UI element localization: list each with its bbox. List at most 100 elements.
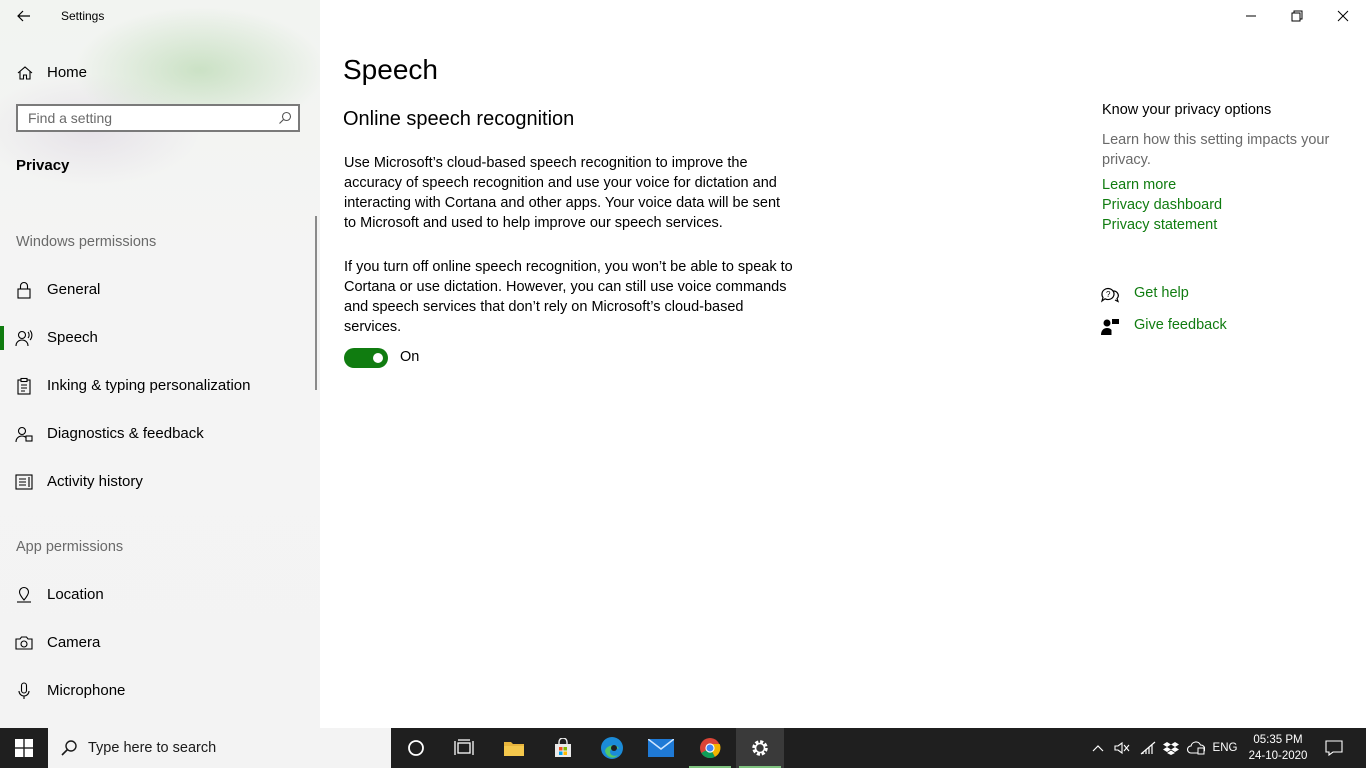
selection-indicator (0, 326, 4, 350)
search-icon (61, 740, 77, 756)
start-button[interactable] (0, 728, 48, 768)
gear-icon (752, 740, 768, 756)
privacy-options-heading: Know your privacy options (1102, 102, 1272, 118)
page-title: Speech (343, 54, 438, 85)
edge-icon (601, 737, 623, 759)
location-icon (17, 586, 31, 603)
folder-icon (504, 742, 524, 756)
app-permissions-header: App permissions (16, 539, 124, 555)
wifi-icon (1140, 741, 1156, 755)
task-view-button[interactable] (440, 728, 488, 768)
privacy-dashboard-link[interactable]: Privacy dashboard (1102, 197, 1222, 213)
get-help-label: Get help (1134, 285, 1189, 301)
sidebar-item-location[interactable]: Location (0, 575, 316, 615)
task-view-icon (454, 739, 474, 755)
camera-icon (15, 636, 33, 650)
sidebar-item-label: Inking & typing personalization (47, 377, 251, 394)
dropbox-button[interactable] (1160, 728, 1182, 768)
section-title: Online speech recognition (343, 108, 575, 130)
privacy-options-description: Learn how this setting impacts your priv… (1102, 132, 1330, 168)
sidebar-item-speech[interactable]: Speech (0, 318, 316, 358)
dropbox-icon (1163, 742, 1179, 755)
windows-permissions-header: Windows permissions (16, 234, 157, 250)
close-icon (1337, 10, 1349, 22)
chevron-up-icon (1092, 745, 1104, 752)
category-title: Privacy (16, 157, 70, 174)
taskbar-search-box[interactable]: Type here to search (48, 728, 391, 768)
give-feedback-label: Give feedback (1134, 317, 1227, 333)
clipboard-icon (17, 377, 31, 395)
online-speech-toggle[interactable] (344, 348, 388, 368)
find-setting-input[interactable] (18, 106, 268, 130)
description-paragraph: Use Microsoft’s cloud-based speech recog… (344, 155, 781, 231)
sidebar-item-label: Diagnostics & feedback (47, 425, 204, 442)
volume-muted-icon (1114, 741, 1130, 755)
close-button[interactable] (1320, 0, 1366, 32)
lock-icon (17, 281, 31, 299)
sidebar-item-label: Camera (47, 634, 101, 651)
sidebar-item-home[interactable]: Home (0, 56, 320, 90)
minimize-button[interactable] (1228, 0, 1274, 32)
chrome-button[interactable] (686, 728, 734, 768)
give-feedback-icon (1101, 319, 1119, 335)
settings-taskbar-button[interactable] (736, 728, 784, 768)
microphone-icon (18, 682, 30, 699)
sidebar-item-activity-history[interactable]: Activity history (0, 462, 316, 502)
restore-button[interactable] (1274, 0, 1320, 32)
clock-time: 05:35 PM (1253, 734, 1303, 746)
privacy-statement-link[interactable]: Privacy statement (1102, 217, 1217, 233)
sidebar-item-label: General (47, 281, 101, 298)
get-help-link[interactable]: ? Get help (1100, 283, 1300, 307)
back-arrow-icon (17, 10, 30, 22)
sidebar-item-label: Home (47, 64, 88, 81)
sidebar-item-label: Microphone (47, 682, 126, 699)
sidebar-item-microphone[interactable]: Microphone (0, 671, 316, 711)
toggle-state-label: On (400, 349, 420, 365)
search-icon[interactable] (278, 111, 292, 125)
restore-icon (1291, 10, 1303, 22)
store-icon (555, 738, 571, 757)
sidebar-item-inking-typing[interactable]: Inking & typing personalization (0, 366, 316, 406)
sidebar-item-general[interactable]: General (0, 270, 316, 310)
network-button[interactable] (1136, 728, 1160, 768)
sidebar-item-diagnostics[interactable]: Diagnostics & feedback (0, 414, 316, 454)
taskbar: Type here to search ENG 05:35 PM 24-10-2… (0, 728, 1366, 768)
clock-date: 24-10-2020 (1248, 750, 1308, 762)
app-title: Settings (61, 9, 105, 23)
learn-more-link[interactable]: Learn more (1102, 177, 1176, 193)
minimize-icon (1246, 15, 1256, 17)
file-explorer-button[interactable] (490, 728, 538, 768)
sidebar-item-label: Location (47, 586, 104, 603)
sidebar-item-camera[interactable]: Camera (0, 623, 316, 663)
activity-history-icon (15, 474, 33, 490)
sidebar-item-label: Speech (47, 329, 98, 346)
sidebar: Settings Home Privacy Windows permission… (0, 0, 320, 728)
cortana-icon (408, 740, 424, 756)
home-icon (17, 66, 33, 80)
warning-paragraph: If you turn off online speech recognitio… (344, 259, 793, 335)
cloud-icon (1187, 741, 1205, 755)
svg-text:?: ? (1106, 290, 1111, 299)
sidebar-scrollbar[interactable] (315, 216, 317, 390)
clock[interactable]: 05:35 PM 24-10-2020 (1244, 732, 1312, 764)
mail-icon (648, 739, 674, 757)
back-button[interactable] (12, 4, 36, 28)
mail-button[interactable] (637, 728, 685, 768)
find-setting-box (16, 104, 300, 132)
show-hidden-icons-button[interactable] (1088, 728, 1108, 768)
cortana-button[interactable] (392, 728, 440, 768)
language-indicator[interactable]: ENG (1210, 728, 1240, 768)
volume-button[interactable] (1110, 728, 1134, 768)
onedrive-button[interactable] (1184, 728, 1208, 768)
windows-logo-icon (15, 739, 33, 757)
taskbar-search-placeholder: Type here to search (88, 740, 217, 756)
toggle-knob (373, 353, 383, 363)
action-center-button[interactable] (1318, 728, 1350, 768)
edge-button[interactable] (588, 728, 636, 768)
microsoft-store-button[interactable] (539, 728, 587, 768)
give-feedback-link[interactable]: Give feedback (1100, 315, 1300, 339)
chrome-icon (700, 738, 721, 759)
diagnostics-icon (15, 426, 33, 443)
speech-icon (15, 330, 33, 347)
notification-icon (1325, 740, 1343, 756)
